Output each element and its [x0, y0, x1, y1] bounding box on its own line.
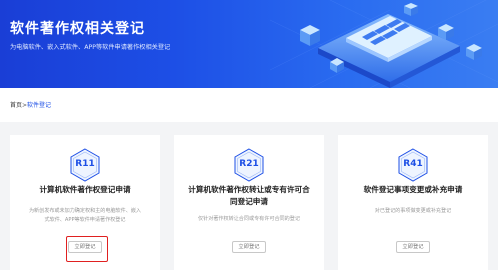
service-description: 为新创发布或未加力确定权和主的电脑软件、嵌入 式软件、APP等软件申请著作权登记 [22, 207, 148, 225]
register-now-button[interactable]: 立即登记 [396, 241, 430, 253]
service-code: R21 [239, 159, 259, 169]
service-description-line: 对已登记的事项做变更或补充登记 [374, 208, 452, 214]
banner-subtitle: 为电脑软件、嵌入式软件、APP等软件申请著作权相关登记 [10, 44, 171, 51]
service-card-r41: R41 软件登记事项变更或补充申请 对已登记的事项做变更或补充登记 立即登记 [338, 135, 488, 270]
isometric-platform-illustration [270, 0, 498, 88]
service-description: 仅针对著作权转让合同或专有许可合同的登记 [186, 215, 312, 224]
breadcrumb-bar [0, 88, 498, 122]
service-title-line: 计算机软件著作权转让或专有许可合 [188, 185, 310, 194]
service-description: 对已登记的事项做变更或补充登记 [350, 207, 476, 216]
service-title: 计算机软件著作权转让或专有许可合 同登记申请 [176, 184, 322, 208]
service-title: 计算机软件著作权登记申请 [39, 185, 131, 194]
breadcrumb-home-link[interactable]: 首页 [10, 102, 22, 109]
service-card-r21: R21 计算机软件著作权转让或专有许可合 同登记申请 仅针对著作权转让合同或专有… [174, 135, 324, 270]
service-description-line: 式软件、APP等软件申请著作权登记 [44, 217, 126, 223]
service-code: R11 [75, 159, 95, 169]
service-title: 软件登记事项变更或补充申请 [363, 185, 463, 194]
register-now-button[interactable]: 立即登记 [232, 241, 266, 253]
service-code: R41 [403, 159, 423, 169]
hero-banner: 软件著作权相关登记 为电脑软件、嵌入式软件、APP等软件申请著作权相关登记 [0, 0, 498, 88]
highlight-box [66, 236, 108, 262]
breadcrumb-current[interactable]: 软件登记 [27, 102, 51, 109]
service-title-line: 同登记申请 [230, 197, 268, 206]
banner-title: 软件著作权相关登记 [10, 21, 145, 37]
service-description-line: 为新创发布或未加力确定权和主的电脑软件、嵌入 [28, 208, 142, 214]
service-description-line: 仅针对著作权转让合同或专有许可合同的登记 [198, 216, 300, 222]
breadcrumb: 首页>软件登记 [10, 100, 51, 109]
